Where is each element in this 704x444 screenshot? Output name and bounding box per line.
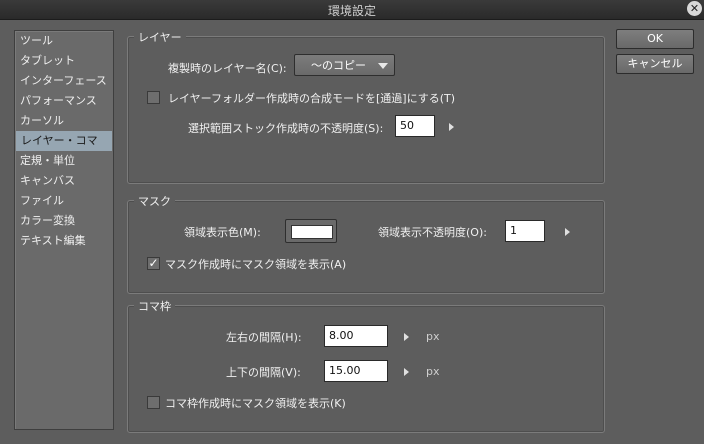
sidebar-item[interactable]: ツール <box>15 31 113 51</box>
mask-group: マスク 領域表示色(M): 領域表示不透明度(O): 1 ✓ マスク作成時にマス… <box>127 193 605 294</box>
v-gap-unit: px <box>426 365 440 378</box>
area-color-button[interactable] <box>285 219 337 243</box>
layer-group-title: レイヤー <box>134 29 186 45</box>
copy-name-label: 複製時のレイヤー名(C): <box>168 62 287 75</box>
window-title: 環境設定 <box>327 4 376 18</box>
frame-mask-label: コマ枠作成時にマスク領域を表示(K) <box>165 397 346 410</box>
category-list[interactable]: ツール タブレット インターフェース パフォーマンス カーソル レイヤー・コマ 定規・単位キ… <box>14 30 114 430</box>
mask-show-label: マスク作成時にマスク領域を表示(A) <box>165 258 347 271</box>
stock-opacity-spin-icon[interactable] <box>449 123 454 131</box>
sidebar-item[interactable]: ファイル <box>15 191 113 211</box>
copy-name-dropdown[interactable]: 〜のコピー <box>294 54 395 76</box>
mask-show-checkbox[interactable]: ✓ <box>147 257 160 270</box>
area-color-swatch <box>291 225 333 239</box>
h-gap-unit: px <box>426 330 440 343</box>
v-gap-label: 上下の間隔(V): <box>226 366 301 379</box>
sidebar-item[interactable]: カラー変換 <box>15 211 113 231</box>
sidebar-item[interactable]: テキスト編集 <box>15 231 113 251</box>
h-gap-spin-icon[interactable] <box>404 333 409 341</box>
sidebar-item[interactable]: パフォーマンス <box>15 91 113 111</box>
sidebar-item[interactable]: インターフェース <box>15 71 113 91</box>
title-bar: 環境設定 ✕ <box>0 0 704 20</box>
frame-mask-checkbox[interactable] <box>147 396 160 409</box>
area-color-label: 領域表示色(M): <box>184 226 261 239</box>
cancel-button[interactable]: キャンセル <box>616 54 694 74</box>
v-gap-spin-icon[interactable] <box>404 368 409 376</box>
stock-opacity-label: 選択範囲ストック作成時の不透明度(S): <box>188 122 384 135</box>
stock-opacity-input[interactable]: 50 <box>395 115 435 137</box>
frame-group-title: コマ枠 <box>134 298 175 314</box>
ok-button[interactable]: OK <box>616 29 694 49</box>
h-gap-input[interactable]: 8.00 <box>324 325 388 347</box>
folder-mode-label: レイヤーフォルダー作成時の合成モードを[通過]にする(T) <box>168 92 456 105</box>
h-gap-label: 左右の間隔(H): <box>226 331 302 344</box>
sidebar-item[interactable]: タブレット <box>15 51 113 71</box>
folder-mode-checkbox[interactable] <box>147 91 160 104</box>
sidebar-item[interactable]: 定規・単位 <box>15 151 113 171</box>
chevron-down-icon <box>378 63 388 69</box>
frame-group: コマ枠 左右の間隔(H): 8.00 px 上下の間隔(V): 15.00 px… <box>127 298 605 433</box>
close-button[interactable]: ✕ <box>687 1 702 16</box>
area-opacity-spin-icon[interactable] <box>565 228 570 236</box>
v-gap-input[interactable]: 15.00 <box>324 360 388 382</box>
sidebar-item[interactable]: カーソル <box>15 111 113 131</box>
sidebar-item[interactable]: レイヤー・コマ <box>16 131 112 151</box>
mask-group-title: マスク <box>134 193 175 209</box>
check-icon: ✓ <box>148 256 159 270</box>
copy-name-value: 〜のコピー <box>311 59 366 72</box>
area-opacity-label: 領域表示不透明度(O): <box>378 226 487 239</box>
sidebar-item[interactable]: キャンバス <box>15 171 113 191</box>
layer-group: レイヤー 複製時のレイヤー名(C): 〜のコピー レイヤーフォルダー作成時の合成… <box>127 29 605 184</box>
area-opacity-input[interactable]: 1 <box>505 220 545 242</box>
